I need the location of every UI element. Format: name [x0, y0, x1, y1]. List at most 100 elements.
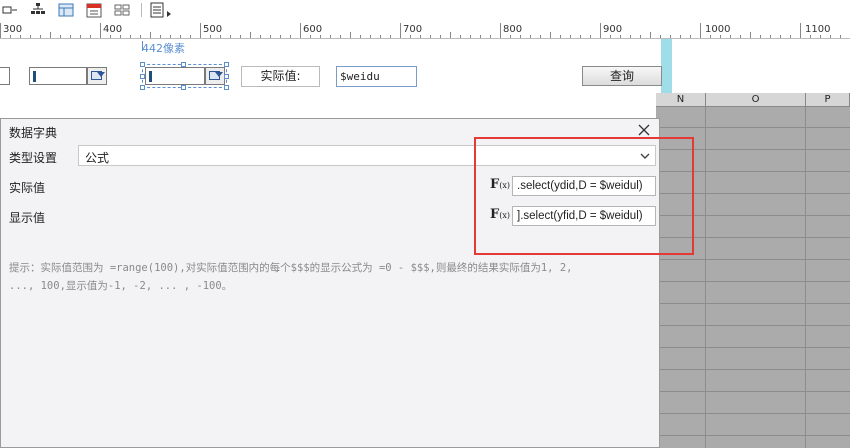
ruler-tick — [630, 35, 631, 38]
chevron-down-icon — [215, 72, 223, 77]
toolbar — [0, 0, 850, 22]
ruler-tick — [620, 35, 621, 38]
ruler-tick — [680, 35, 681, 38]
dialog-title: 数据字典 — [9, 126, 58, 140]
text-caret — [33, 71, 36, 82]
type-select-value: 公式 — [85, 151, 110, 165]
close-icon[interactable] — [637, 123, 651, 137]
ruler-tick — [230, 35, 231, 38]
ruler-tick — [500, 23, 501, 38]
column-header-o[interactable]: O — [706, 93, 806, 107]
ruler-tick — [30, 35, 31, 38]
ruler-tick — [520, 35, 521, 38]
resize-handle[interactable] — [181, 62, 186, 67]
resize-handle[interactable] — [140, 85, 145, 90]
tree-icon[interactable] — [30, 2, 46, 18]
ruler-tick — [610, 35, 611, 38]
ruler-tick — [700, 23, 701, 38]
dropdown-button-2[interactable] — [205, 67, 225, 85]
ruler-tick — [90, 35, 91, 38]
ruler-tick — [590, 35, 591, 38]
grid-line — [656, 391, 850, 392]
ruler-tick — [390, 35, 391, 38]
grid-line — [656, 347, 850, 348]
calendar-icon[interactable] — [86, 2, 102, 18]
ruler-tick — [760, 35, 761, 38]
ruler-tick — [770, 35, 771, 38]
ruler-tick — [780, 35, 781, 38]
layout-icon[interactable] — [58, 2, 74, 18]
resize-handle[interactable] — [181, 85, 186, 90]
ruler-tick — [650, 32, 651, 38]
ruler-tick — [530, 35, 531, 38]
ruler-tick — [250, 32, 251, 38]
grid-line — [805, 107, 806, 448]
ruler-tick — [370, 35, 371, 38]
dropdown-field-2[interactable] — [145, 67, 205, 85]
chevron-down-icon — [97, 72, 105, 77]
actual-value-row-label: 实际值 — [9, 181, 46, 195]
ruler-tick — [290, 35, 291, 38]
dropdown-field-1[interactable] — [29, 67, 87, 85]
ruler: 300 400 500 600 700 800 900 1000 1100 — [0, 22, 850, 39]
dropdown-button-1[interactable] — [87, 67, 107, 85]
resize-handle[interactable] — [224, 74, 229, 79]
grid-line — [656, 413, 850, 414]
report-icon[interactable] — [150, 2, 174, 18]
toolbar-separator — [141, 3, 142, 17]
align-icon[interactable] — [2, 2, 18, 18]
grid-icon[interactable] — [114, 2, 130, 18]
resize-handle[interactable] — [224, 62, 229, 67]
ruler-tick — [380, 35, 381, 38]
ruler-tick — [150, 32, 151, 38]
ruler-tick — [440, 35, 441, 38]
resize-handle[interactable] — [140, 62, 145, 67]
ruler-tick — [280, 35, 281, 38]
ruler-tick — [840, 35, 841, 38]
ruler-tick — [110, 35, 111, 38]
partial-field[interactable] — [0, 67, 10, 85]
ruler-tick — [480, 35, 481, 38]
ruler-tick — [40, 35, 41, 38]
display-value-row-label: 显示值 — [9, 211, 46, 225]
column-header-p[interactable]: P — [806, 93, 850, 107]
ruler-label: 900 — [603, 24, 623, 35]
ruler-tick — [130, 35, 131, 38]
ruler-tick — [270, 35, 271, 38]
ruler-tick — [80, 35, 81, 38]
ruler-tick — [550, 32, 551, 38]
grid-line — [705, 107, 706, 448]
text-caret — [149, 71, 152, 82]
ruler-tick — [560, 35, 561, 38]
resize-handle[interactable] — [140, 74, 145, 79]
column-header-n[interactable]: N — [656, 93, 706, 107]
ruler-tick — [240, 35, 241, 38]
ruler-tick — [830, 35, 831, 38]
ruler-tick — [400, 23, 401, 38]
ruler-tick — [300, 23, 301, 38]
resize-handle[interactable] — [224, 85, 229, 90]
ruler-tick — [600, 23, 601, 38]
width-hint-marker — [142, 41, 143, 51]
ruler-tick — [800, 23, 801, 38]
ruler-tick — [810, 35, 811, 38]
ruler-tick — [350, 32, 351, 38]
ruler-tick — [720, 35, 721, 38]
ruler-tick — [140, 35, 141, 38]
ruler-tick — [490, 35, 491, 38]
ruler-label: 600 — [303, 24, 323, 35]
ruler-tick — [330, 35, 331, 38]
ruler-tick — [200, 23, 201, 38]
ruler-tick — [340, 35, 341, 38]
ruler-tick — [0, 23, 1, 38]
ruler-tick — [820, 35, 821, 38]
ruler-tick — [190, 35, 191, 38]
ruler-tick — [220, 35, 221, 38]
ruler-label: 800 — [503, 24, 523, 35]
ruler-tick — [320, 35, 321, 38]
ruler-tick — [430, 35, 431, 38]
weidu-field[interactable]: $weidu — [336, 66, 417, 87]
ruler-tick — [540, 35, 541, 38]
query-button[interactable]: 查询 — [582, 66, 662, 86]
ruler-label: 300 — [3, 24, 23, 35]
